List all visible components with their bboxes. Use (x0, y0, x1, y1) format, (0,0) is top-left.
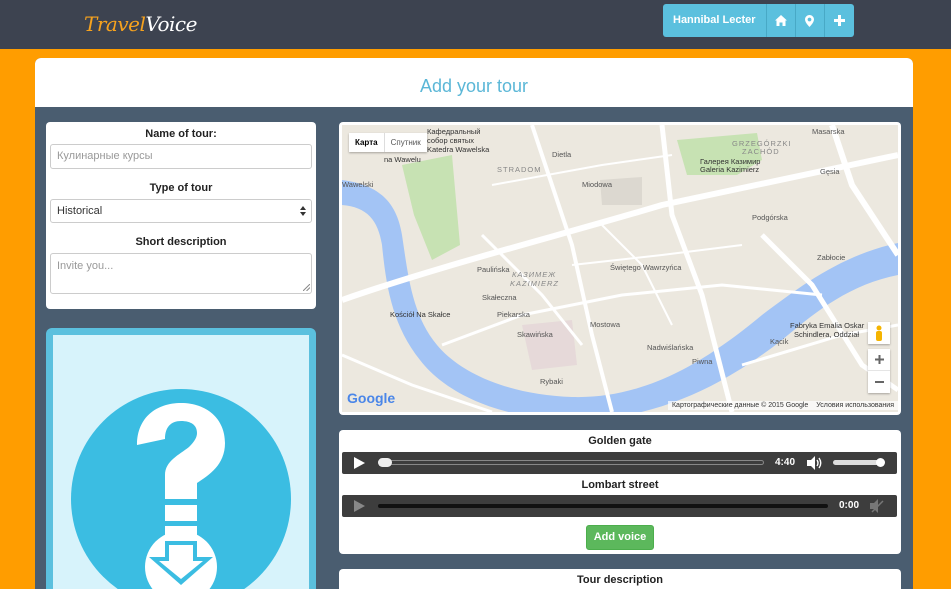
volume-icon[interactable] (807, 456, 824, 470)
tour-editor-panel: Add your tour Name of tour: Кулинарные к… (35, 58, 913, 589)
tour-type-label: Type of tour (149, 182, 213, 194)
map-label: KAZIMIERZ (510, 279, 560, 288)
logo-part-travel: Travel (84, 12, 146, 36)
map-view[interactable]: Masarska GRZEGÓRZKI ZACHÓD Галерея Казим… (342, 125, 898, 412)
tour-name-label: Name of tour: (145, 128, 217, 140)
map-label: STRADOM (497, 165, 542, 174)
map-label: Piekarska (497, 310, 530, 319)
map-label: Nadwiślańska (647, 343, 694, 352)
plus-icon (833, 15, 845, 26)
google-logo[interactable]: Google (347, 390, 395, 406)
track-time: 4:40 (775, 457, 796, 468)
map-label: Zabłocie (817, 253, 846, 262)
home-icon (774, 15, 787, 26)
map-label: Paulińska (477, 265, 510, 274)
textarea-resize-icon[interactable] (303, 284, 310, 291)
tour-image-upload[interactable] (46, 328, 316, 589)
map-label: Mostowa (590, 320, 621, 329)
logo-part-voice: Voice (145, 12, 197, 36)
tour-description-card: Tour description (339, 569, 901, 589)
panel-header: Add your tour (35, 58, 913, 107)
map-label: Katedra Wawelska (427, 145, 490, 154)
short-description-label: Short description (135, 236, 227, 248)
seek-bar[interactable] (378, 460, 764, 465)
image-placeholder (53, 335, 309, 589)
satellite-tab[interactable]: Спутник (383, 133, 427, 152)
map-label: собор святых (427, 136, 475, 145)
track-time: 0:00 (839, 500, 860, 511)
seek-bar[interactable] (378, 504, 828, 508)
track-title: Golden gate (588, 435, 652, 447)
audio-player: 0:00 (342, 495, 897, 517)
zoom-in-button[interactable] (868, 349, 890, 371)
map-label: Skałeczna (482, 293, 517, 302)
map-label: Wawelski (342, 180, 374, 189)
top-navbar: TravelVoice Hannibal Lecter (0, 0, 951, 49)
audio-player: 4:40 (342, 452, 897, 474)
map-label: Schindlera, Oddział (794, 330, 860, 339)
map-type-toggle: Карта Спутник (349, 133, 427, 152)
map-label: Piwna (692, 357, 713, 366)
play-icon[interactable] (354, 500, 365, 512)
minus-icon (874, 381, 884, 383)
map-label: Kościół Na Skałce (390, 310, 451, 319)
plus-icon (874, 355, 884, 364)
user-menu-button[interactable]: Hannibal Lecter (663, 4, 767, 37)
page-title: Add your tour (419, 76, 529, 96)
map-label: Fabryka Emalia Oskar (790, 321, 865, 330)
map-label: Galeria Kazimierz (700, 165, 760, 174)
map-labels: Masarska GRZEGÓRZKI ZACHÓD Галерея Казим… (342, 125, 898, 412)
map-label: Masarska (812, 127, 845, 136)
map-label: Kącik (770, 337, 789, 346)
nav-button-group: Hannibal Lecter (663, 4, 854, 37)
question-download-icon (71, 389, 291, 589)
zoom-out-button[interactable] (868, 371, 890, 393)
tour-description-title: Tour description (577, 574, 663, 586)
map-card: Masarska GRZEGÓRZKI ZACHÓD Галерея Казим… (339, 122, 901, 415)
map-label: na Wawelu (384, 155, 421, 164)
add-voice-button[interactable]: Add voice (586, 525, 654, 550)
volume-muted-icon[interactable] (870, 499, 884, 513)
tour-type-select[interactable]: Historical (50, 199, 312, 223)
select-arrows-icon (300, 206, 306, 216)
zoom-controls (868, 349, 890, 393)
home-button[interactable] (766, 4, 796, 37)
volume-handle[interactable] (876, 458, 885, 467)
map-label: Podgórska (752, 213, 788, 222)
play-icon[interactable] (354, 457, 365, 469)
track-title: Lombart street (581, 479, 659, 491)
map-label: ZACHÓD (742, 147, 780, 156)
map-label: Кафедральный (427, 127, 481, 136)
map-marker-icon (805, 14, 815, 27)
map-label: Skawińska (517, 330, 553, 339)
pegman-icon (876, 325, 882, 341)
tour-form-card: Name of tour: Кулинарные курсы Type of t… (46, 122, 316, 309)
add-button[interactable] (824, 4, 854, 37)
seek-handle[interactable] (378, 458, 392, 467)
map-label: Gęsia (820, 167, 840, 176)
short-description-textarea[interactable]: Invite you... (50, 253, 312, 294)
voice-tracks-card: Golden gate 4:40 Lombart street 0:00 Add… (339, 430, 901, 554)
map-tab[interactable]: Карта (349, 133, 384, 152)
logo[interactable]: TravelVoice (84, 12, 197, 36)
map-label: Miodowa (582, 180, 613, 189)
map-terms-link[interactable]: Условия использования (816, 402, 894, 409)
map-data-credit: Картографические данные © 2015 Google (671, 402, 809, 409)
map-label: Świętego Wawrzyńca (610, 263, 682, 272)
map-attribution: Картографические данные © 2015 Google Ус… (667, 401, 898, 410)
map-label: Dietla (552, 150, 572, 159)
tour-type-value: Historical (57, 205, 103, 217)
map-label: Rybaki (540, 377, 563, 386)
street-view-button[interactable] (868, 322, 890, 344)
tour-name-input[interactable]: Кулинарные курсы (50, 144, 312, 169)
location-button[interactable] (795, 4, 825, 37)
map-label: КАЗИМЕЖ (512, 270, 557, 279)
